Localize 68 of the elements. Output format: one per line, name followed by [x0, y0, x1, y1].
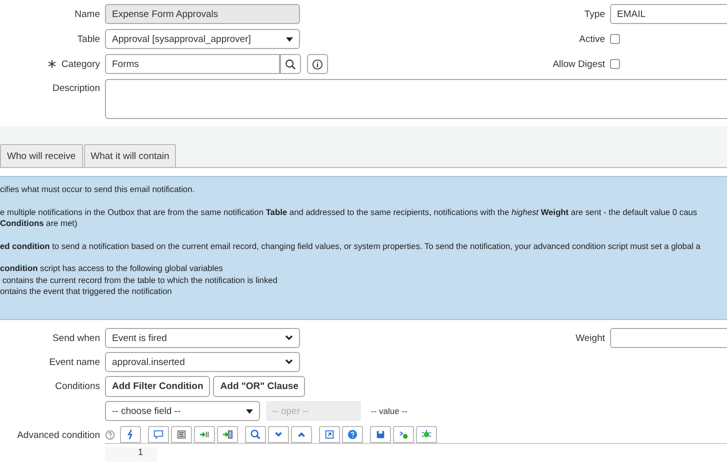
active-checkbox[interactable] [610, 34, 620, 44]
question-mark-icon [347, 429, 358, 440]
text-lines-icon [176, 429, 187, 440]
send-when-select[interactable]: Event is fired [105, 328, 300, 348]
field-label: Weight [574, 332, 606, 344]
fullscreen-button[interactable] [319, 426, 340, 443]
check-button[interactable] [393, 426, 414, 443]
replace-button[interactable] [194, 426, 215, 443]
field-label: Conditions [54, 381, 101, 392]
info-text: Conditions are met) [0, 218, 78, 230]
info-text: cifies what must occur to send this email notification. [0, 184, 196, 196]
field-label: Advanced condition [16, 430, 101, 440]
search-icon [250, 429, 261, 440]
format-button[interactable] [171, 426, 192, 443]
search-button[interactable] [280, 54, 301, 74]
arrow-right-icon [222, 429, 233, 440]
chevron-icon [285, 335, 293, 341]
field-label: Active [578, 34, 606, 44]
chevron-icon [285, 359, 293, 365]
type-field[interactable]: EMAIL [610, 4, 727, 24]
info-text: ed condition to send a notification based on the current email record, changing field values, or system properties. To send the notification, your advanced condition script must set a global a [0, 240, 702, 252]
info-icon [312, 58, 323, 70]
expand-icon [324, 429, 335, 440]
debug-button[interactable] [416, 426, 437, 443]
save-icon [375, 429, 386, 440]
arrow-right-icon [199, 429, 210, 440]
choose-field-select[interactable]: -- choose field -- [105, 401, 260, 421]
help-button[interactable] [342, 426, 363, 443]
comment-button[interactable] [148, 426, 169, 443]
field-label: Allow Digest [552, 58, 606, 70]
info-text: ontains the event that triggered the notification [0, 286, 173, 298]
caret-icon [286, 36, 293, 42]
value-text: -- value -- [371, 406, 408, 416]
replace-all-button[interactable] [217, 426, 238, 443]
line-number: 1 [138, 447, 143, 457]
field-label: Name [74, 8, 101, 20]
event-name-select[interactable]: approval.inserted [105, 352, 300, 372]
field-label: Category [61, 58, 100, 70]
category-field[interactable]: Forms [105, 54, 280, 74]
tab[interactable]: Who will receive [0, 144, 83, 167]
info-button[interactable] [307, 54, 328, 74]
help-icon[interactable] [105, 430, 115, 440]
tab[interactable]: What it will contain [84, 144, 176, 167]
description-field[interactable] [105, 79, 727, 119]
save-button[interactable] [370, 426, 391, 443]
bug-icon [421, 429, 432, 440]
info-text: contains the current record from the table to which the notification is linked [1, 274, 278, 286]
field-label: Send when [51, 332, 101, 344]
script-button[interactable] [120, 426, 141, 443]
field-label: Description [51, 82, 101, 94]
condition-button[interactable]: Add "OR" Clause [213, 376, 306, 397]
search-icon [285, 58, 296, 70]
find-next-button[interactable] [268, 426, 289, 443]
table-select[interactable]: Approval [sysapproval_approver] [105, 29, 300, 49]
weight-field[interactable] [610, 328, 727, 348]
field-label: Event name [48, 356, 101, 368]
script-check-icon [398, 429, 409, 440]
allow-digest-checkbox[interactable] [610, 59, 620, 69]
condition-button[interactable]: Add Filter Condition [105, 376, 210, 397]
field-label: Type [583, 8, 606, 20]
caret-icon [246, 408, 253, 414]
field-label: Table [76, 34, 101, 44]
find-previous-button[interactable] [291, 426, 312, 443]
code-editor[interactable]: 1 [105, 447, 727, 462]
speech-bubble-icon [153, 429, 164, 440]
info-text: condition script has access to the following global variables [0, 263, 224, 274]
name-field[interactable]: Expense Form Approvals [105, 4, 300, 24]
info-text: e multiple notifications in the Outbox that are from the same notification Table and addressed to the same recipients, notifications with the highest Weight are sent - the default value 0 caus [0, 206, 698, 218]
